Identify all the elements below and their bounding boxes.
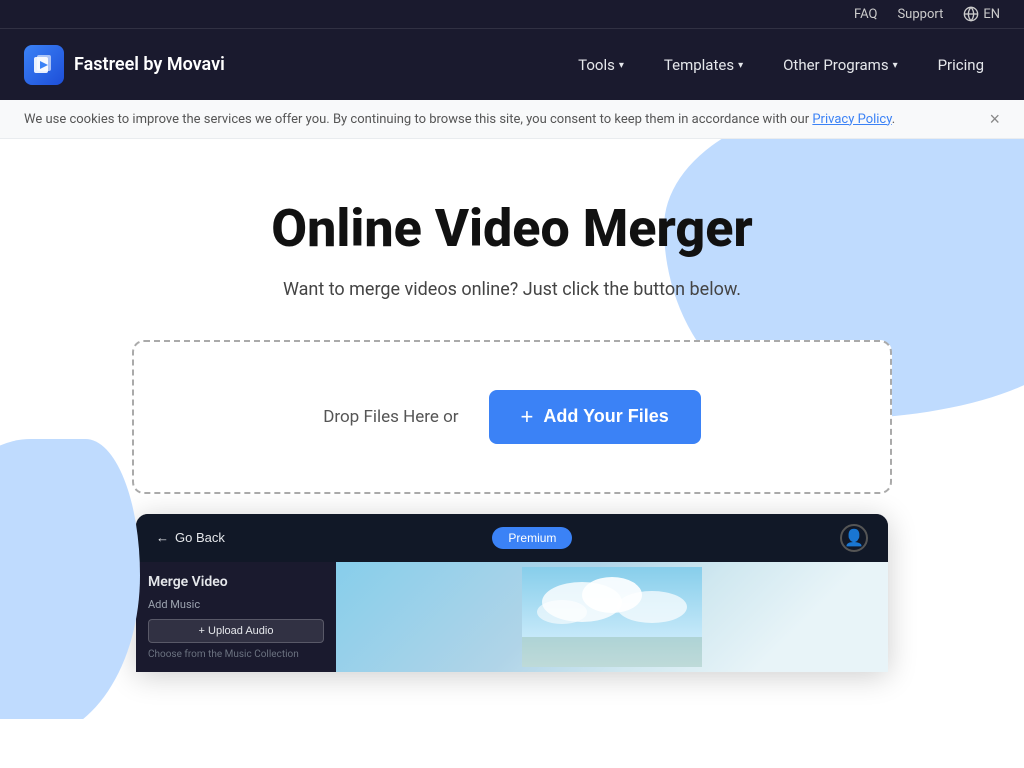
tools-chevron-icon: ▾ bbox=[619, 60, 624, 71]
privacy-policy-link[interactable]: Privacy Policy bbox=[812, 112, 891, 127]
nav-templates[interactable]: Templates ▾ bbox=[648, 48, 759, 82]
add-files-button[interactable]: + Add Your Files bbox=[489, 390, 701, 444]
hero-subtitle: Want to merge videos online? Just click … bbox=[112, 279, 912, 300]
preview-upload-audio-button[interactable]: + Upload Audio bbox=[148, 619, 324, 643]
nav-tools[interactable]: Tools ▾ bbox=[562, 48, 640, 82]
navbar: Fastreel by Movavi Tools ▾ Templates ▾ O… bbox=[0, 28, 1024, 100]
page-title: Online Video Merger bbox=[112, 199, 912, 259]
support-link[interactable]: Support bbox=[897, 7, 943, 22]
preview-collection-label: Choose from the Music Collection bbox=[148, 649, 324, 660]
nav-other-programs[interactable]: Other Programs ▾ bbox=[767, 48, 914, 82]
logo-icon bbox=[24, 45, 64, 85]
video-thumbnail bbox=[522, 567, 702, 667]
preview-main bbox=[336, 562, 888, 672]
faq-link[interactable]: FAQ bbox=[854, 7, 877, 22]
cookie-close-button[interactable]: × bbox=[989, 110, 1000, 128]
upload-area: Drop Files Here or + Add Your Files bbox=[132, 340, 892, 494]
preview-video bbox=[336, 562, 888, 672]
language-selector[interactable]: EN bbox=[963, 6, 1000, 22]
drop-files-text: Drop Files Here or bbox=[323, 407, 458, 427]
plus-icon: + bbox=[521, 406, 534, 428]
cookie-banner: We use cookies to improve the services w… bbox=[0, 100, 1024, 139]
lang-label: EN bbox=[983, 7, 1000, 22]
preview-section: ← Go Back Premium 👤 Merge Video Add Musi… bbox=[112, 494, 912, 672]
preview-sidebar-title: Merge Video bbox=[148, 574, 324, 590]
logo[interactable]: Fastreel by Movavi bbox=[24, 45, 225, 85]
hero-section: Online Video Merger Want to merge videos… bbox=[0, 139, 1024, 719]
preview-premium-button[interactable]: Premium bbox=[492, 527, 572, 549]
other-programs-chevron-icon: ▾ bbox=[893, 60, 898, 71]
preview-sidebar: Merge Video Add Music + Upload Audio Cho… bbox=[136, 562, 336, 672]
back-arrow-icon: ← bbox=[156, 530, 169, 545]
nav-links: Tools ▾ Templates ▾ Other Programs ▾ Pri… bbox=[562, 48, 1000, 82]
nav-pricing[interactable]: Pricing bbox=[922, 48, 1000, 82]
preview-topbar: ← Go Back Premium 👤 bbox=[136, 514, 888, 562]
preview-app: ← Go Back Premium 👤 Merge Video Add Musi… bbox=[136, 514, 888, 672]
preview-body: Merge Video Add Music + Upload Audio Cho… bbox=[136, 562, 888, 672]
top-bar: FAQ Support EN bbox=[0, 0, 1024, 28]
cookie-text: We use cookies to improve the services w… bbox=[24, 112, 895, 127]
preview-avatar: 👤 bbox=[840, 524, 868, 552]
templates-chevron-icon: ▾ bbox=[738, 60, 743, 71]
add-files-label: Add Your Files bbox=[543, 406, 668, 427]
logo-text: Fastreel by Movavi bbox=[74, 54, 225, 75]
preview-add-music-label: Add Music bbox=[148, 598, 324, 611]
user-icon: 👤 bbox=[844, 528, 864, 547]
preview-back-button[interactable]: ← Go Back bbox=[156, 530, 225, 545]
hero-content: Online Video Merger Want to merge videos… bbox=[112, 199, 912, 494]
